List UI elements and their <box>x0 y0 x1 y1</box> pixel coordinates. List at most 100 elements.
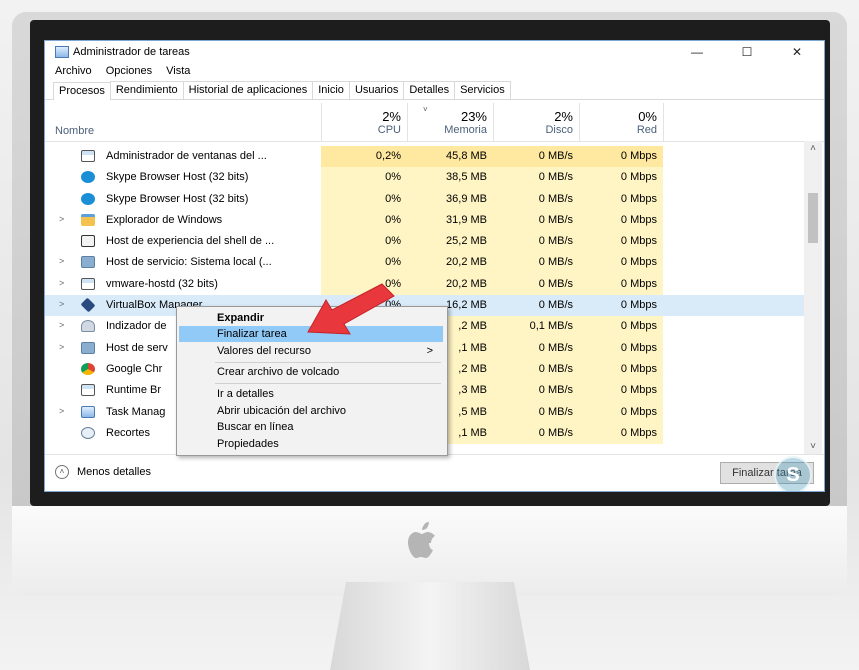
resource-values-label: Valores del recurso <box>217 345 311 357</box>
tab-inicio[interactable]: Inicio <box>312 81 350 99</box>
disk-label: Disco <box>545 124 573 136</box>
menu-item-create-dump[interactable]: Crear archivo de volcado <box>179 364 443 380</box>
memory-value: 36,9 MB <box>407 188 493 210</box>
process-name: Task Manag <box>106 405 166 418</box>
menu-opciones[interactable]: Opciones <box>106 65 152 77</box>
cpu-value: 0% <box>321 167 407 189</box>
column-divider <box>321 103 322 141</box>
vertical-scrollbar[interactable]: ˄ ˅ <box>804 141 822 454</box>
tab-usuarios[interactable]: Usuarios <box>348 81 405 99</box>
column-name[interactable]: Nombre <box>55 125 94 137</box>
menu-vista[interactable]: Vista <box>166 65 190 77</box>
tab-procesos[interactable]: Procesos <box>53 82 111 100</box>
process-name: Explorador de Windows <box>106 213 223 226</box>
disk-value: 0 MB/s <box>493 422 579 445</box>
column-divider <box>407 103 408 141</box>
memory-value: 38,5 MB <box>407 167 493 189</box>
gear-icon <box>81 256 95 269</box>
column-divider <box>579 103 580 141</box>
process-name: Host de servicio: Sistema local (... <box>106 256 272 269</box>
process-name: Runtime Br <box>106 384 162 397</box>
scroll-down-icon[interactable]: ˅ <box>804 441 822 452</box>
minimize-button[interactable]: — <box>682 45 712 59</box>
column-memory[interactable]: 23% Memoria <box>407 109 487 136</box>
shell-icon <box>81 235 95 248</box>
menu-item-resource-values[interactable]: Valores del recurso > <box>179 343 443 359</box>
disk-total: 2% <box>554 109 573 124</box>
close-button[interactable]: ✕ <box>782 45 812 59</box>
menu-item-properties[interactable]: Propiedades <box>179 436 443 452</box>
cpu-value: 0% <box>321 231 407 253</box>
disk-value: 0 MB/s <box>493 252 579 274</box>
network-total: 0% <box>638 109 657 124</box>
menu-bar: Archivo Opciones Vista <box>45 63 824 79</box>
disk-value: 0 MB/s <box>493 209 579 232</box>
disk-value: 0 MB/s <box>493 380 579 402</box>
process-row[interactable]: > Host de servicio: Sistema local (... 0% 2… <box>45 252 804 274</box>
expand-chevron-icon[interactable]: > <box>59 299 64 309</box>
menu-archivo[interactable]: Archivo <box>55 65 92 77</box>
process-name: Administrador de ventanas del ... <box>106 150 267 162</box>
network-label: Red <box>636 124 657 136</box>
process-name: Host de experiencia del shell de ... <box>106 235 275 248</box>
less-details-label: Menos detalles <box>77 466 151 478</box>
process-row[interactable]: > Explorador de Windows 0% 31,9 MB 0 MB/s 0 M… <box>45 209 804 232</box>
process-row[interactable]: Skype Browser Host (32 bits) 0% 36,9 MB 0 M… <box>45 188 804 210</box>
skype-icon <box>81 192 95 205</box>
process-name: Indizador de <box>106 320 167 333</box>
cpu-value: 0% <box>321 188 407 210</box>
expand-chevron-icon[interactable]: > <box>59 256 64 266</box>
cpu-total: 2% <box>382 109 401 124</box>
column-divider <box>663 103 664 141</box>
expand-chevron-icon[interactable]: > <box>59 342 64 352</box>
tab-rendimiento[interactable]: Rendimiento <box>109 81 184 99</box>
tab-detalles[interactable]: Detalles <box>403 81 456 99</box>
process-row[interactable]: Skype Browser Host (32 bits) 0% 38,5 MB 0 M… <box>45 167 804 189</box>
expand-chevron-icon[interactable]: > <box>59 320 64 330</box>
process-row[interactable]: > vmware-hostd (32 bits) 0% 20,2 MB 0 MB/s 0 … <box>45 273 804 296</box>
process-name: vmware-hostd (32 bits) <box>106 277 218 290</box>
expand-chevron-icon[interactable]: > <box>59 406 64 416</box>
process-name: Skype Browser Host (32 bits) <box>106 171 249 184</box>
menu-item-search-online[interactable]: Buscar en línea <box>179 419 443 435</box>
menu-separator <box>215 362 441 363</box>
cpu-value: 0,2% <box>321 146 407 168</box>
red-pointer-arrow-icon <box>307 283 395 335</box>
menu-item-open-location[interactable]: Abrir ubicación del archivo <box>179 403 443 419</box>
network-value: 0 Mbps <box>579 380 663 402</box>
gear-icon <box>81 341 95 354</box>
network-value: 0 Mbps <box>579 422 663 445</box>
tab-bar: Procesos Rendimiento Historial de aplica… <box>45 81 824 100</box>
network-value: 0 Mbps <box>579 252 663 274</box>
network-value: 0 Mbps <box>579 358 663 381</box>
column-network[interactable]: 0% Red <box>579 109 657 136</box>
window-icon <box>81 384 95 397</box>
column-cpu[interactable]: 2% CPU <box>321 109 401 136</box>
network-value: 0 Mbps <box>579 167 663 189</box>
expand-chevron-icon[interactable]: > <box>59 214 64 224</box>
memory-value: 45,8 MB <box>407 146 493 168</box>
chrome-icon <box>81 362 95 375</box>
tab-servicios[interactable]: Servicios <box>454 81 511 99</box>
column-disk[interactable]: 2% Disco <box>493 109 573 136</box>
disk-value: 0 MB/s <box>493 401 579 423</box>
monitor-stand <box>330 582 530 670</box>
process-name: Skype Browser Host (32 bits) <box>106 192 249 205</box>
expand-chevron-icon[interactable]: > <box>59 278 64 288</box>
scroll-up-icon[interactable]: ˄ <box>804 143 822 154</box>
network-value: 0 Mbps <box>579 188 663 210</box>
virtualbox-icon <box>80 297 96 313</box>
process-row[interactable]: Host de experiencia del shell de ... 0% 25… <box>45 231 804 253</box>
menu-item-go-to-details[interactable]: Ir a detalles <box>179 386 443 402</box>
window-title: Administrador de tareas <box>73 46 190 58</box>
maximize-button[interactable]: ☐ <box>732 45 762 59</box>
menu-separator <box>215 383 441 384</box>
process-row[interactable]: Administrador de ventanas del ... 0,2% 45,… <box>45 146 804 168</box>
taskmgr-icon <box>81 405 95 418</box>
scroll-thumb[interactable] <box>808 193 818 243</box>
memory-value: 20,2 MB <box>407 252 493 274</box>
less-details-toggle[interactable]: ˄ Menos detalles <box>55 465 151 479</box>
memory-label: Memoria <box>444 124 487 136</box>
tab-historial[interactable]: Historial de aplicaciones <box>182 81 314 99</box>
disk-value: 0 MB/s <box>493 146 579 168</box>
